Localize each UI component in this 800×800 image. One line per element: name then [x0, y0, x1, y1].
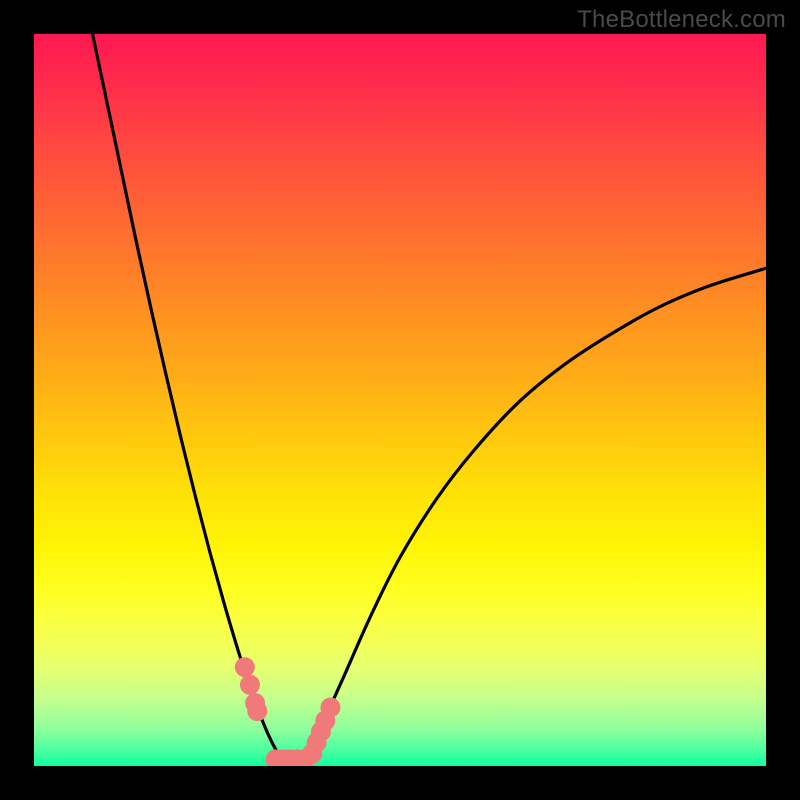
watermark-text: TheBottleneck.com: [577, 6, 786, 34]
plot-background: [34, 34, 766, 766]
chart-frame: TheBottleneck.com: [0, 0, 800, 800]
